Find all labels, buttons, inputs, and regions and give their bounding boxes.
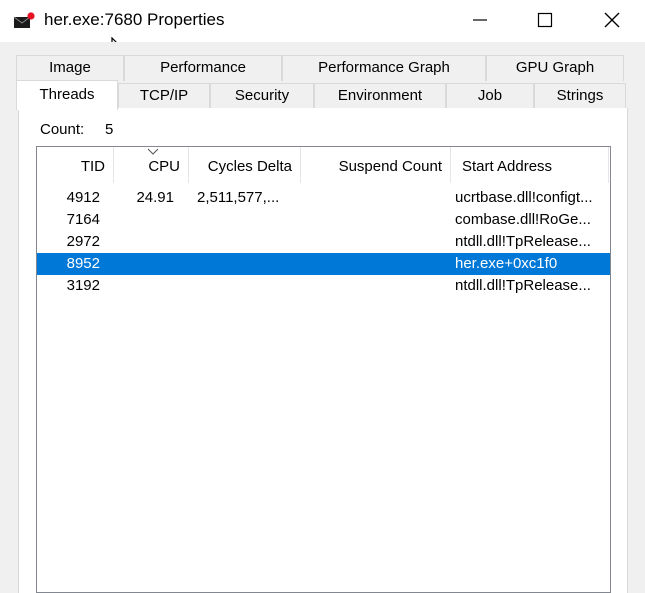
table-row[interactable]: 7164 combase.dll!RoGe... — [37, 209, 610, 231]
cell-cpu: 24.91 — [136, 189, 174, 206]
cell-tid: 8952 — [66, 255, 100, 272]
tab-image[interactable]: Image — [16, 55, 124, 81]
close-button[interactable] — [587, 0, 637, 40]
table-row-selected[interactable]: 8952 her.exe+0xc1f0 — [37, 253, 610, 275]
minimize-button[interactable] — [455, 0, 505, 40]
tab-label: Performance — [160, 59, 246, 76]
minimize-icon — [473, 19, 487, 21]
cell-tid: 2972 — [66, 233, 100, 250]
tab-label: Threads — [39, 86, 95, 103]
close-icon — [604, 12, 620, 28]
tab-label: Security — [234, 87, 290, 104]
tab-label: Image — [49, 59, 91, 76]
tab-label: Environment — [337, 87, 423, 104]
cell-start-address: her.exe+0xc1f0 — [455, 255, 558, 272]
tab-label: GPU Graph — [515, 59, 595, 76]
table-row[interactable]: 3192 ntdll.dll!TpRelease... — [37, 275, 610, 297]
title-bar: her.exe:7680 Properties — [0, 0, 645, 42]
tab-job[interactable]: Job — [446, 83, 534, 109]
sort-descending-icon — [147, 148, 159, 155]
window-title: her.exe:7680 Properties — [44, 10, 225, 29]
tab-tcpip[interactable]: TCP/IP — [118, 83, 210, 109]
tab-strings[interactable]: Strings — [534, 83, 626, 109]
table-row[interactable]: 4912 24.91 2,511,577,... ucrtbase.dll!co… — [37, 187, 610, 209]
tab-security[interactable]: Security — [210, 83, 314, 109]
column-header-start-address[interactable]: Start Address — [451, 147, 609, 183]
cell-tid: 7164 — [66, 211, 100, 228]
column-header-suspend-count[interactable]: Suspend Count — [301, 147, 451, 183]
count-value: 5 — [105, 121, 114, 138]
column-header-cycles-delta[interactable]: Cycles Delta — [189, 147, 301, 183]
cell-start-address: ucrtbase.dll!configt... — [455, 189, 593, 206]
tab-gpu-graph[interactable]: GPU Graph — [486, 55, 624, 81]
tab-label: Performance Graph — [318, 59, 450, 76]
cell-cycles-delta: 2,511,577,... — [197, 189, 280, 206]
tab-performance[interactable]: Performance — [124, 55, 282, 81]
envelope-icon — [13, 12, 35, 28]
count-label: Count: — [40, 121, 85, 138]
column-header-tid[interactable]: TID — [37, 147, 114, 183]
cell-tid: 3192 — [66, 277, 100, 294]
cell-start-address: ntdll.dll!TpRelease... — [455, 233, 591, 250]
list-header: TID CPU Cycles Delta Suspend Count Start… — [37, 147, 610, 183]
maximize-icon — [537, 12, 553, 28]
threads-list[interactable]: TID CPU Cycles Delta Suspend Count Start… — [36, 146, 611, 593]
tab-label: Job — [477, 87, 503, 104]
tab-threads[interactable]: Threads — [16, 80, 118, 110]
cell-tid: 4912 — [66, 189, 100, 206]
tab-label: TCP/IP — [139, 87, 189, 104]
cell-start-address: combase.dll!RoGe... — [455, 211, 591, 228]
tab-label: Strings — [556, 87, 604, 104]
maximize-button[interactable] — [520, 0, 570, 40]
cell-start-address: ntdll.dll!TpRelease... — [455, 277, 591, 294]
tab-performance-graph[interactable]: Performance Graph — [282, 55, 486, 81]
tab-environment[interactable]: Environment — [314, 83, 446, 109]
table-row[interactable]: 2972 ntdll.dll!TpRelease... — [37, 231, 610, 253]
